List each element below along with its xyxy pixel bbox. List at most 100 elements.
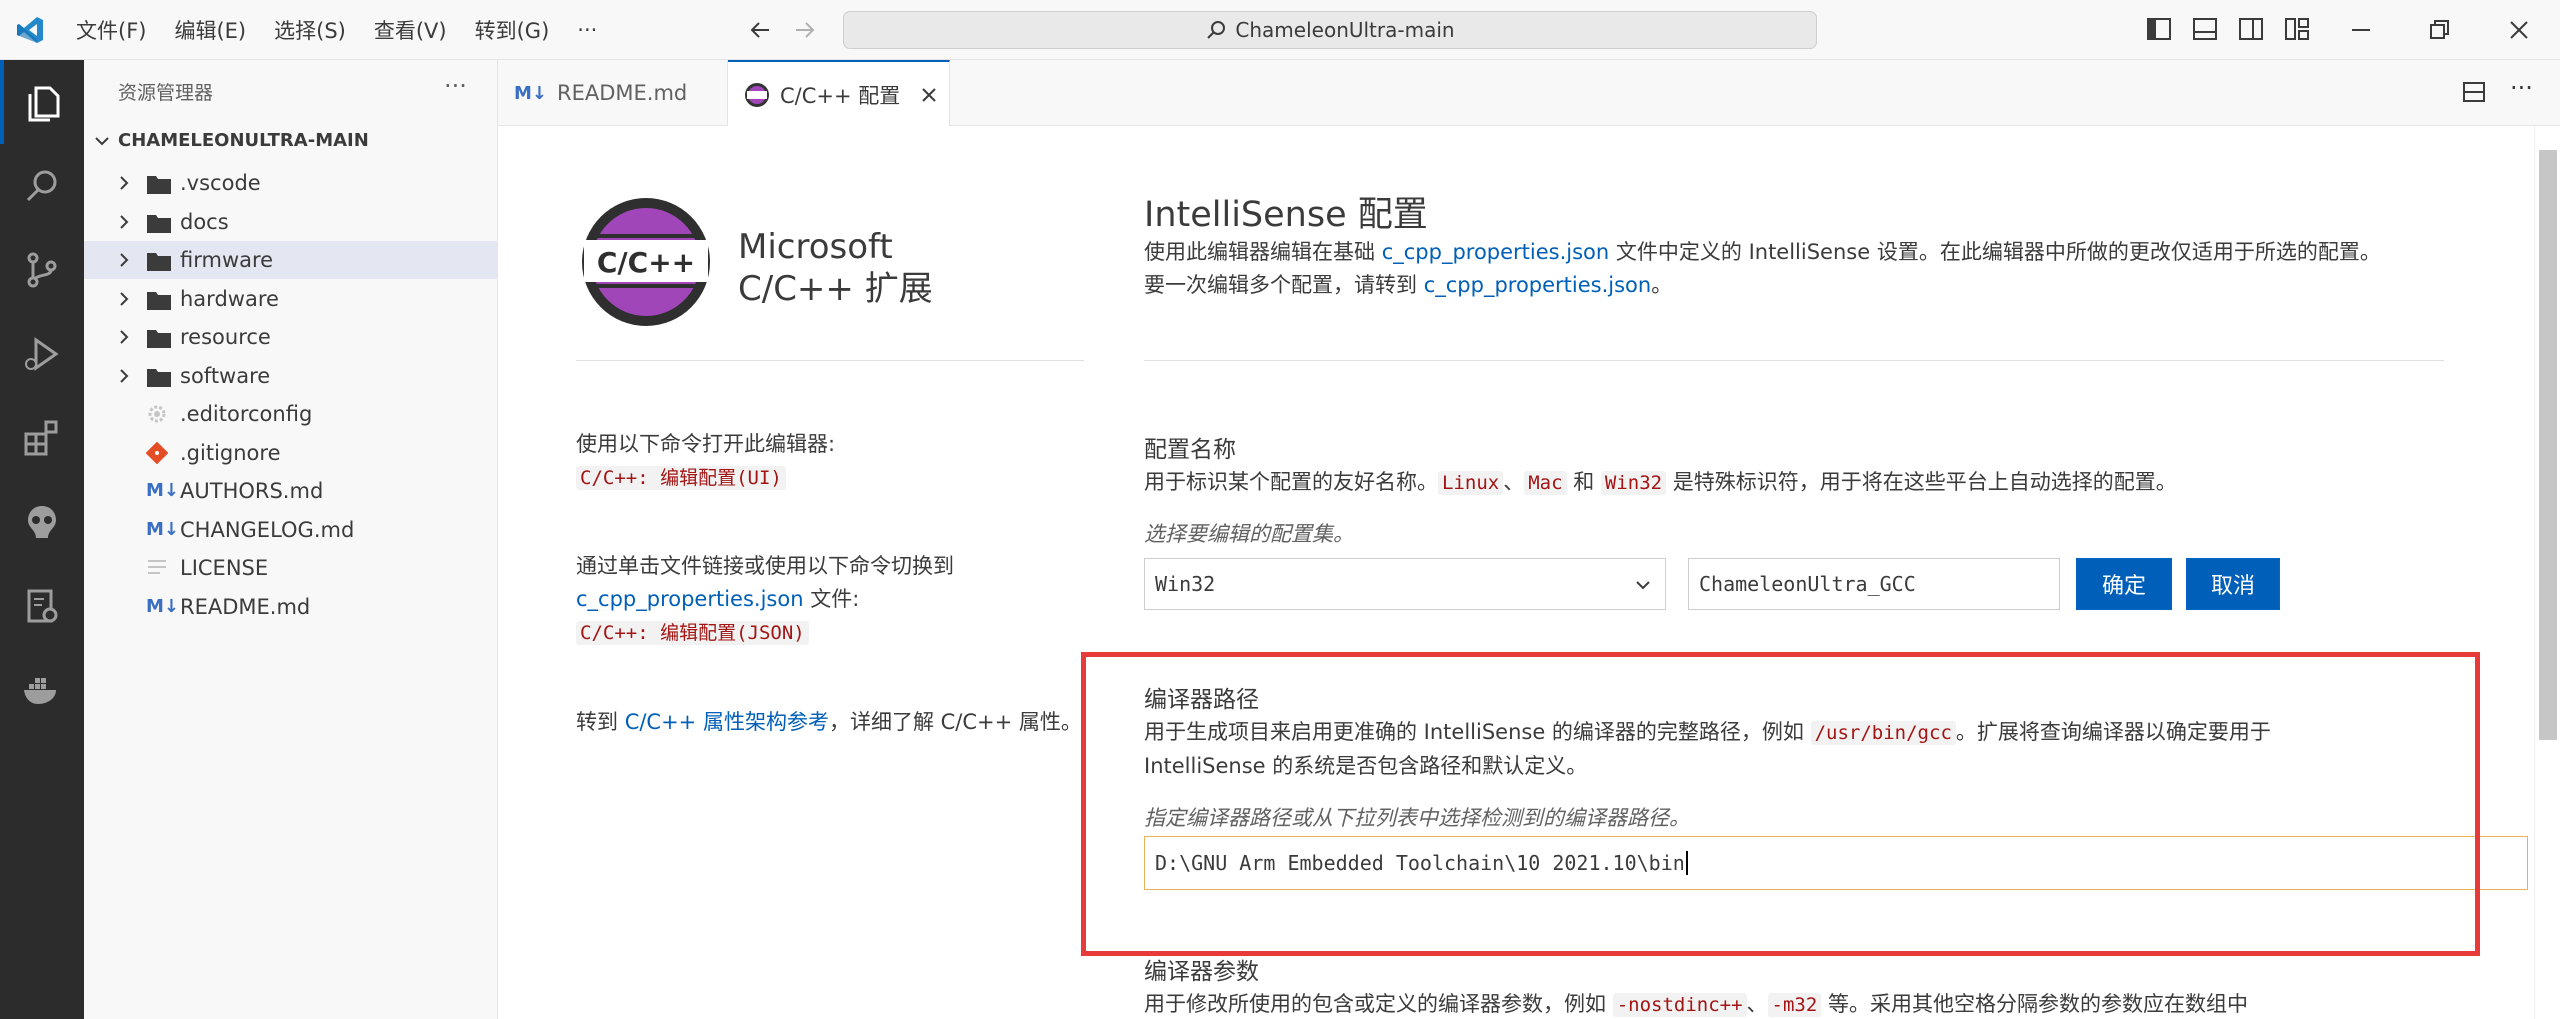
markdown-icon: M↓ [514,82,547,104]
schema-reference-link[interactable]: C/C++ 属性架构参考 [625,710,829,734]
schema-prefix: 转到 [576,710,625,734]
intro-text-a: 使用此编辑器编辑在基础 [1144,240,1382,264]
schema-suffix: ，详细了解 C/C++ 属性。 [828,710,1082,734]
command-center-search[interactable]: ChameleonUltra-main [843,11,1817,49]
tree-file[interactable]: .gitignore [84,434,498,472]
tree-folder[interactable]: software [84,357,498,395]
tab-readme[interactable]: M↓ README.md [498,60,728,126]
schema-reference-help: 转到 C/C++ 属性架构参考，详细了解 C/C++ 属性。 [576,706,1096,739]
editor-more-actions[interactable]: ··· [2510,74,2533,102]
menu-selection[interactable]: 选择(S) [260,15,360,45]
switch-json-suffix: 文件: [803,587,860,611]
product-vendor: Microsoft [738,227,893,267]
open-editor-text: 使用以下命令打开此编辑器: [576,432,836,456]
minimize-icon[interactable] [2346,15,2376,45]
tree-item-label: README.md [180,594,311,619]
tree-file[interactable]: M↓ README.md [84,588,498,626]
tree-item-label: CHANGELOG.md [180,517,355,542]
tree-file[interactable]: M↓ CHANGELOG.md [84,511,498,549]
text-file-icon [148,560,166,574]
vscode-logo-icon [17,17,43,43]
activity-remote[interactable] [0,564,84,648]
compiler-args-heading: 编译器参数 [1144,959,1259,985]
close-window-icon[interactable] [2504,15,2534,45]
config-name-hint: 选择要编辑的配置集。 [1144,522,1354,546]
config-name-heading: 配置名称 [1144,437,1236,463]
compiler-args-description: 用于修改所使用的包含或定义的编译器参数，例如 -nostdinc++、 -m32 … [1144,988,2434,1019]
activity-extensions[interactable] [0,396,84,480]
folder-icon [147,330,171,348]
tree-folder[interactable]: resource [84,318,498,356]
cancel-button[interactable]: 取消 [2186,558,2280,610]
activity-platformio[interactable] [0,480,84,564]
activity-search[interactable] [0,144,84,228]
chevron-right-icon [120,253,129,267]
tab-cpp-config[interactable]: C/C++ 配置 [728,60,950,127]
menu-file[interactable]: 文件(F) [62,15,160,45]
toggle-panel-icon[interactable] [2190,14,2220,44]
tree-folder[interactable]: hardware [84,280,498,318]
toggle-primary-sidebar-icon[interactable] [2144,14,2174,44]
switch-json-help: 通过单击文件链接或使用以下命令切换到 c_cpp_properties.json… [576,550,1096,650]
cpp-logo-icon: C/C++ [582,198,710,326]
config-select[interactable]: Win32 [1144,558,1666,610]
sidebar-more-button[interactable]: ··· [444,72,467,100]
scrollbar-thumb[interactable] [2539,150,2557,740]
vertical-scrollbar[interactable] [2534,126,2560,1019]
folder-icon [147,291,171,310]
left-divider [576,360,1084,361]
activity-source-control[interactable] [0,228,84,312]
back-arrow-icon[interactable] [747,17,773,43]
tree-folder[interactable]: docs [84,203,498,241]
workspace-root-label: CHAMELEONULTRA-MAIN [118,130,369,151]
intro-description: 使用此编辑器编辑在基础 c_cpp_properties.json 文件中定义的… [1144,236,2434,302]
activity-explorer[interactable] [0,60,84,144]
tree-item-label: resource [180,325,271,349]
restore-icon[interactable] [2424,15,2454,45]
menu-view[interactable]: 查看(V) [360,15,461,45]
split-editor-icon[interactable] [2460,78,2488,106]
workspace-root[interactable]: CHAMELEONULTRA-MAIN [92,130,369,151]
tree-file[interactable]: M↓ AUTHORS.md [84,472,498,510]
menu-edit[interactable]: 编辑(E) [160,15,260,45]
tree-folder[interactable]: .vscode [84,164,498,202]
switch-json-text: 通过单击文件链接或使用以下命令切换到 [576,554,954,578]
open-editor-command[interactable]: C/C++: 编辑配置(UI) [576,466,786,490]
extensions-icon [24,420,58,456]
cpp-properties-link-2[interactable]: c_cpp_properties.json [1424,273,1652,297]
menu-go[interactable]: 转到(G) [461,15,564,45]
tree-file[interactable]: .editorconfig [84,395,498,433]
args-desc-b: 等。采用其他空格分隔参数的参数应在数组中 [1821,992,2248,1016]
folder-icon [147,368,171,387]
menu-more[interactable]: ··· [563,18,611,42]
tree-file[interactable]: LICENSE [84,549,498,587]
config-name-input[interactable]: ChameleonUltra_GCC [1688,558,2060,610]
tree-folder[interactable]: firmware [84,241,498,279]
cpp-properties-link-1[interactable]: c_cpp_properties.json [1382,240,1610,264]
markdown-icon: M↓ [146,595,179,617]
activity-docker[interactable] [0,648,84,732]
activity-run-debug[interactable] [0,312,84,396]
highlight-annotation-box [1081,652,2480,956]
config-sep-2: 和 [1566,470,1601,494]
sidebar-title: 资源管理器 [118,82,214,104]
git-icon [146,441,168,464]
open-editor-help: 使用以下命令打开此编辑器: C/C++: 编辑配置(UI) [576,428,1096,495]
code-linux: Linux [1438,471,1504,495]
tab-readme-label: README.md [557,81,688,105]
chevron-right-icon [120,330,129,344]
chevron-right-icon [120,368,129,383]
cpp-properties-link-left[interactable]: c_cpp_properties.json [576,587,804,611]
toggle-secondary-sidebar-icon[interactable] [2236,14,2266,44]
forward-arrow-icon[interactable] [792,17,818,43]
markdown-icon: M↓ [146,518,179,540]
right-divider [1144,360,2444,361]
customize-layout-icon[interactable] [2282,14,2312,44]
run-debug-icon [25,337,59,371]
editor-area: C/C++ Microsoft C/C++ 扩展 使用以下命令打开此编辑器: C… [498,126,2560,1019]
tree-item-label: firmware [180,248,274,272]
edit-json-command[interactable]: C/C++: 编辑配置(JSON) [576,621,809,645]
ok-button[interactable]: 确定 [2076,558,2172,610]
tree-item-label: AUTHORS.md [180,479,324,503]
close-tab-icon[interactable] [920,86,938,104]
